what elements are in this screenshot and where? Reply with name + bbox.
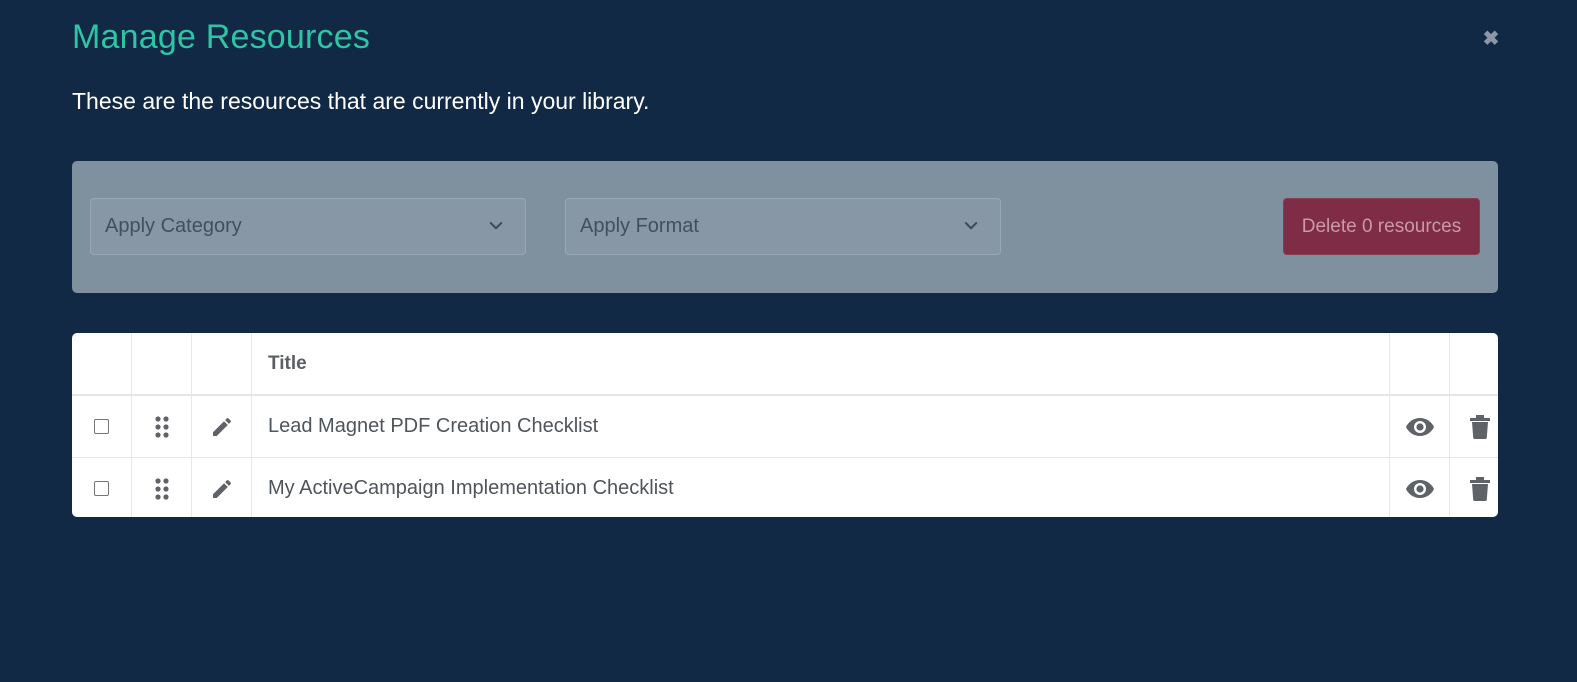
- header-edit-cell: [192, 333, 252, 394]
- apply-format-select[interactable]: Apply Format: [565, 198, 1001, 255]
- row-checkbox[interactable]: [94, 419, 109, 434]
- delete-resources-button[interactable]: Delete 0 resources: [1283, 198, 1480, 255]
- manage-resources-modal: Manage Resources ✖ These are the resourc…: [0, 0, 1577, 682]
- pencil-icon[interactable]: [192, 458, 252, 517]
- trash-icon[interactable]: [1450, 396, 1498, 457]
- resource-title[interactable]: Lead Magnet PDF Creation Checklist: [268, 415, 598, 438]
- table-header-row: Title: [72, 333, 1498, 396]
- pencil-icon[interactable]: [192, 396, 252, 457]
- drag-handle-icon[interactable]: [132, 396, 192, 457]
- header-title-cell: Title: [252, 333, 1390, 394]
- resource-title[interactable]: My ActiveCampaign Implementation Checkli…: [268, 477, 674, 500]
- header-select-cell: [72, 333, 132, 394]
- row-select-cell: [72, 458, 132, 517]
- table-row: Lead Magnet PDF Creation Checklist: [72, 396, 1498, 458]
- apply-format-value: Apply Format: [580, 215, 699, 237]
- row-checkbox[interactable]: [94, 481, 109, 496]
- resources-table: Title Lead Magnet PDF Creation Checklist…: [72, 333, 1498, 517]
- drag-handle-icon[interactable]: [132, 458, 192, 517]
- column-header-title[interactable]: Title: [268, 353, 307, 375]
- trash-icon[interactable]: [1450, 458, 1498, 517]
- row-title-cell: Lead Magnet PDF Creation Checklist: [252, 396, 1390, 457]
- row-select-cell: [72, 396, 132, 457]
- header-drag-cell: [132, 333, 192, 394]
- modal-subtitle: These are the resources that are current…: [72, 88, 650, 114]
- apply-category-value: Apply Category: [105, 215, 242, 237]
- close-icon[interactable]: ✖: [1480, 28, 1502, 50]
- apply-category-select[interactable]: Apply Category: [90, 198, 526, 255]
- bulk-actions-toolbar: Apply Category Apply Format Delete 0 res…: [72, 161, 1498, 293]
- header-delete-cell: [1450, 333, 1498, 394]
- row-title-cell: My ActiveCampaign Implementation Checkli…: [252, 458, 1390, 517]
- chevron-down-icon: [964, 222, 978, 230]
- table-row: My ActiveCampaign Implementation Checkli…: [72, 458, 1498, 517]
- modal-title: Manage Resources: [72, 18, 371, 56]
- header-view-cell: [1390, 333, 1450, 394]
- eye-icon[interactable]: [1390, 458, 1450, 517]
- eye-icon[interactable]: [1390, 396, 1450, 457]
- chevron-down-icon: [489, 222, 503, 230]
